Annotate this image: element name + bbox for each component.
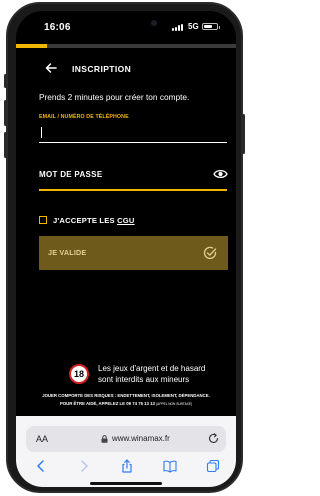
share-icon[interactable] xyxy=(120,459,134,473)
bookmarks-icon[interactable] xyxy=(163,459,177,473)
text-caret xyxy=(41,127,43,138)
forward-icon[interactable] xyxy=(77,459,91,473)
signup-progress-fill xyxy=(16,44,47,48)
tabs-icon[interactable] xyxy=(206,459,220,473)
status-bar: 16:06 5G xyxy=(16,11,236,41)
helpline-text: POUR ÊTRE AIDÉ, APPELEZ LE 09 74 75 13 1… xyxy=(59,401,155,406)
volume-down-button xyxy=(4,132,7,158)
clock: 16:06 xyxy=(44,22,71,33)
eye-icon[interactable] xyxy=(213,168,228,180)
age-badge-text: 18 xyxy=(74,369,84,379)
accept-terms-text: J'ACCEPTE LES xyxy=(53,216,118,225)
page-subtitle: Prends 2 minutes pour créer ton compte. xyxy=(39,92,190,102)
page-title: INSCRIPTION xyxy=(72,64,132,74)
minors-warning-line-1: Les jeux d'argent et de hasard xyxy=(98,364,206,373)
address-bar[interactable]: AA www.winamax.fr xyxy=(26,426,226,452)
url-text: www.winamax.fr xyxy=(112,434,170,443)
email-label: EMAIL / NUMÉRO DE TÉLÉPHONE xyxy=(39,114,129,120)
arrow-left-icon[interactable] xyxy=(44,61,58,75)
lock-icon xyxy=(101,435,108,443)
power-button xyxy=(242,114,245,154)
password-underline xyxy=(39,189,227,191)
check-circle-icon xyxy=(203,246,217,260)
phone-frame: 16:06 5G INSCRIPTION Prends 2 minutes po… xyxy=(4,2,245,493)
signal-icon xyxy=(172,23,184,31)
battery-level xyxy=(204,25,213,28)
battery-icon xyxy=(202,23,220,30)
submit-button[interactable]: JE VALIDE xyxy=(39,236,228,270)
text-size-button[interactable]: AA xyxy=(36,434,48,444)
helpline-note: (APPEL NON SURTAXÉ) xyxy=(156,402,193,406)
network-label: 5G xyxy=(188,22,199,31)
accept-terms-label[interactable]: J'ACCEPTE LES CGU xyxy=(53,216,135,225)
mute-switch xyxy=(4,74,7,88)
cgu-link[interactable]: CGU xyxy=(117,216,134,225)
home-indicator xyxy=(90,482,162,485)
screen: 16:06 5G INSCRIPTION Prends 2 minutes po… xyxy=(16,11,236,487)
risk-notice: JOUER COMPORTE DES RISQUES : ENDETTEMENT… xyxy=(42,393,210,398)
browser-bottom-bar: AA www.winamax.fr xyxy=(16,416,236,487)
signup-progress-bar xyxy=(16,44,236,48)
notch xyxy=(70,11,182,33)
age-18-badge-icon: 18 xyxy=(69,364,89,384)
camera-icon xyxy=(151,20,157,26)
minors-warning-line-2: sont interdits aux mineurs xyxy=(98,375,190,384)
volume-up-button xyxy=(4,100,7,126)
password-field[interactable]: MOT DE PASSE xyxy=(39,170,102,179)
reload-icon[interactable] xyxy=(208,433,219,444)
accept-terms-checkbox[interactable] xyxy=(39,216,47,224)
back-icon[interactable] xyxy=(34,459,48,473)
helpline-notice: POUR ÊTRE AIDÉ, APPELEZ LE 09 74 75 13 1… xyxy=(16,401,236,406)
email-field[interactable] xyxy=(39,122,227,143)
submit-button-label: JE VALIDE xyxy=(48,248,87,257)
